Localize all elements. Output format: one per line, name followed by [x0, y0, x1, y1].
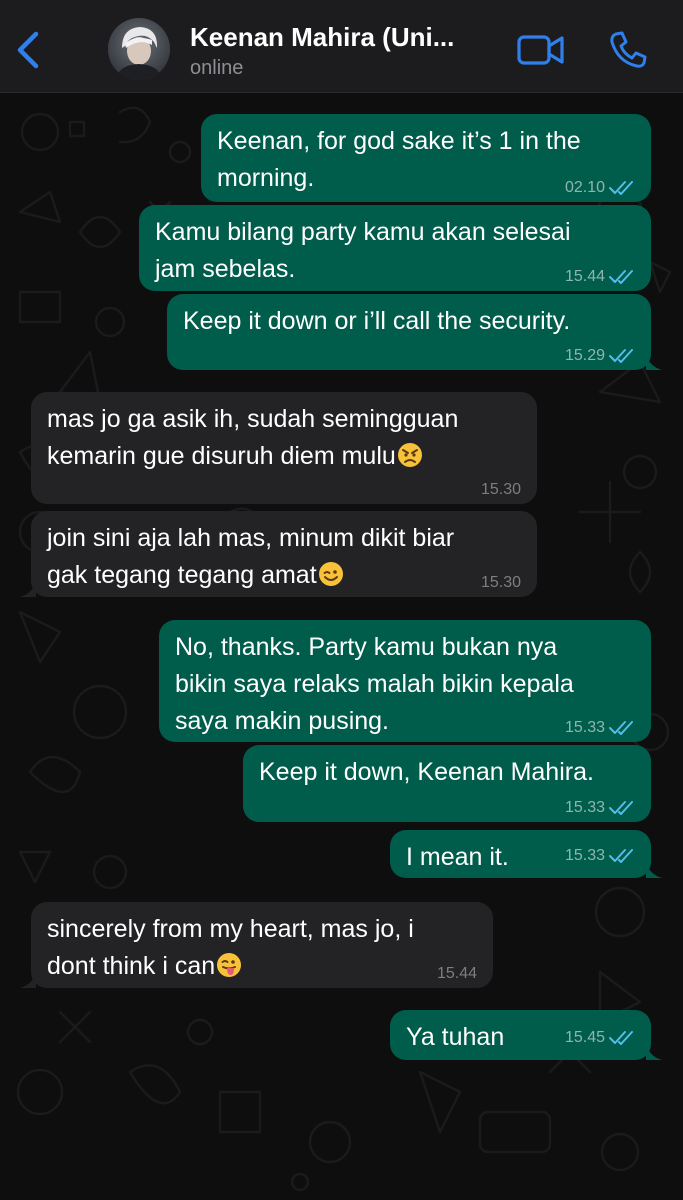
chevron-left-icon	[17, 31, 39, 69]
message-bubble-outgoing[interactable]: Keep it down or i’ll call the security. …	[167, 294, 662, 370]
message-time: 15.45	[564, 1029, 605, 1046]
bubble-tail	[20, 970, 36, 988]
chat-header: Keenan Mahira (Uni... online	[0, 0, 683, 93]
message-meta: 15.30	[481, 575, 521, 591]
message-meta: 15.33	[565, 848, 635, 864]
message-time: 15.33	[564, 719, 605, 736]
message-text: join sini aja lah mas, minum dikit biar …	[47, 520, 521, 594]
read-receipt-icon	[609, 849, 633, 863]
bubble-tail	[646, 1042, 662, 1060]
message-text: sincerely from my heart, mas jo, i dont …	[47, 911, 477, 985]
angry-face-emoji-icon	[397, 443, 422, 467]
avatar-image	[108, 18, 170, 80]
bubble-tail	[646, 352, 662, 370]
message-meta: 15.33	[565, 800, 635, 816]
face-with-tongue-emoji-icon	[217, 953, 242, 977]
message-list[interactable]: Keenan, for god sake it’s 1 in the morni…	[0, 92, 683, 1200]
message-time: 15.33	[564, 799, 605, 816]
message-time: 15.44	[564, 268, 605, 285]
message-time: 02.10	[564, 179, 605, 196]
message-time: 15.30	[480, 481, 521, 498]
read-receipt-icon	[609, 181, 633, 195]
message-meta: 02.10	[565, 180, 635, 196]
contact-name[interactable]: Keenan Mahira (Uni...	[190, 22, 506, 53]
bubble-tail	[20, 579, 36, 597]
contact-status: online	[190, 57, 244, 79]
message-bubble-outgoing[interactable]: I mean it. 15.33	[390, 830, 662, 878]
message-meta: 15.44	[565, 269, 635, 285]
read-receipt-icon	[609, 349, 633, 363]
message-text: Keep it down, Keenan Mahira.	[259, 758, 594, 786]
message-meta: 15.44	[437, 966, 477, 982]
message-bubble-incoming[interactable]: mas jo ga asik ih, sudah semingguan kema…	[31, 392, 537, 504]
read-receipt-icon	[609, 801, 633, 815]
message-bubble-incoming[interactable]: sincerely from my heart, mas jo, i dont …	[20, 902, 493, 988]
message-text: Keep it down or i’ll call the security.	[183, 307, 571, 335]
bubble-tail	[646, 860, 662, 878]
message-meta: 15.33	[565, 720, 635, 736]
message-time: 15.30	[480, 574, 521, 591]
message-bubble-outgoing[interactable]: Keep it down, Keenan Mahira. 15.33	[243, 745, 651, 822]
video-call-button[interactable]	[516, 32, 566, 68]
video-camera-icon	[517, 35, 564, 65]
winking-face-emoji-icon	[318, 562, 343, 586]
message-bubble-outgoing[interactable]: Kamu bilang party kamu akan selesai jam …	[139, 205, 651, 291]
chat-screen: Keenan Mahira (Uni... online Keenan, for…	[0, 0, 683, 1200]
message-time: 15.29	[564, 347, 605, 364]
message-bubble-outgoing[interactable]: No, thanks. Party kamu bukan nya bikin s…	[159, 620, 651, 742]
read-receipt-icon	[609, 1031, 633, 1045]
message-time: 15.33	[564, 847, 605, 864]
message-bubble-outgoing[interactable]: Keenan, for god sake it’s 1 in the morni…	[201, 114, 651, 202]
message-text: mas jo ga asik ih, sudah semingguan kema…	[47, 401, 521, 475]
message-time: 15.44	[436, 965, 477, 982]
contact-avatar[interactable]	[108, 18, 170, 80]
read-receipt-icon	[609, 721, 633, 735]
message-meta: 15.45	[565, 1030, 635, 1046]
phone-icon	[610, 31, 647, 68]
message-meta: 15.29	[565, 348, 635, 364]
message-bubble-incoming[interactable]: join sini aja lah mas, minum dikit biar …	[20, 511, 537, 597]
message-text-content: join sini aja lah mas, minum dikit biar …	[47, 524, 455, 589]
message-text: Kamu bilang party kamu akan selesai jam …	[155, 218, 571, 283]
voice-call-button[interactable]	[606, 28, 650, 72]
message-meta: 15.30	[481, 482, 521, 498]
back-button[interactable]	[12, 28, 46, 72]
message-bubble-outgoing[interactable]: Ya tuhan 15.45	[390, 1010, 662, 1060]
read-receipt-icon	[609, 270, 633, 284]
